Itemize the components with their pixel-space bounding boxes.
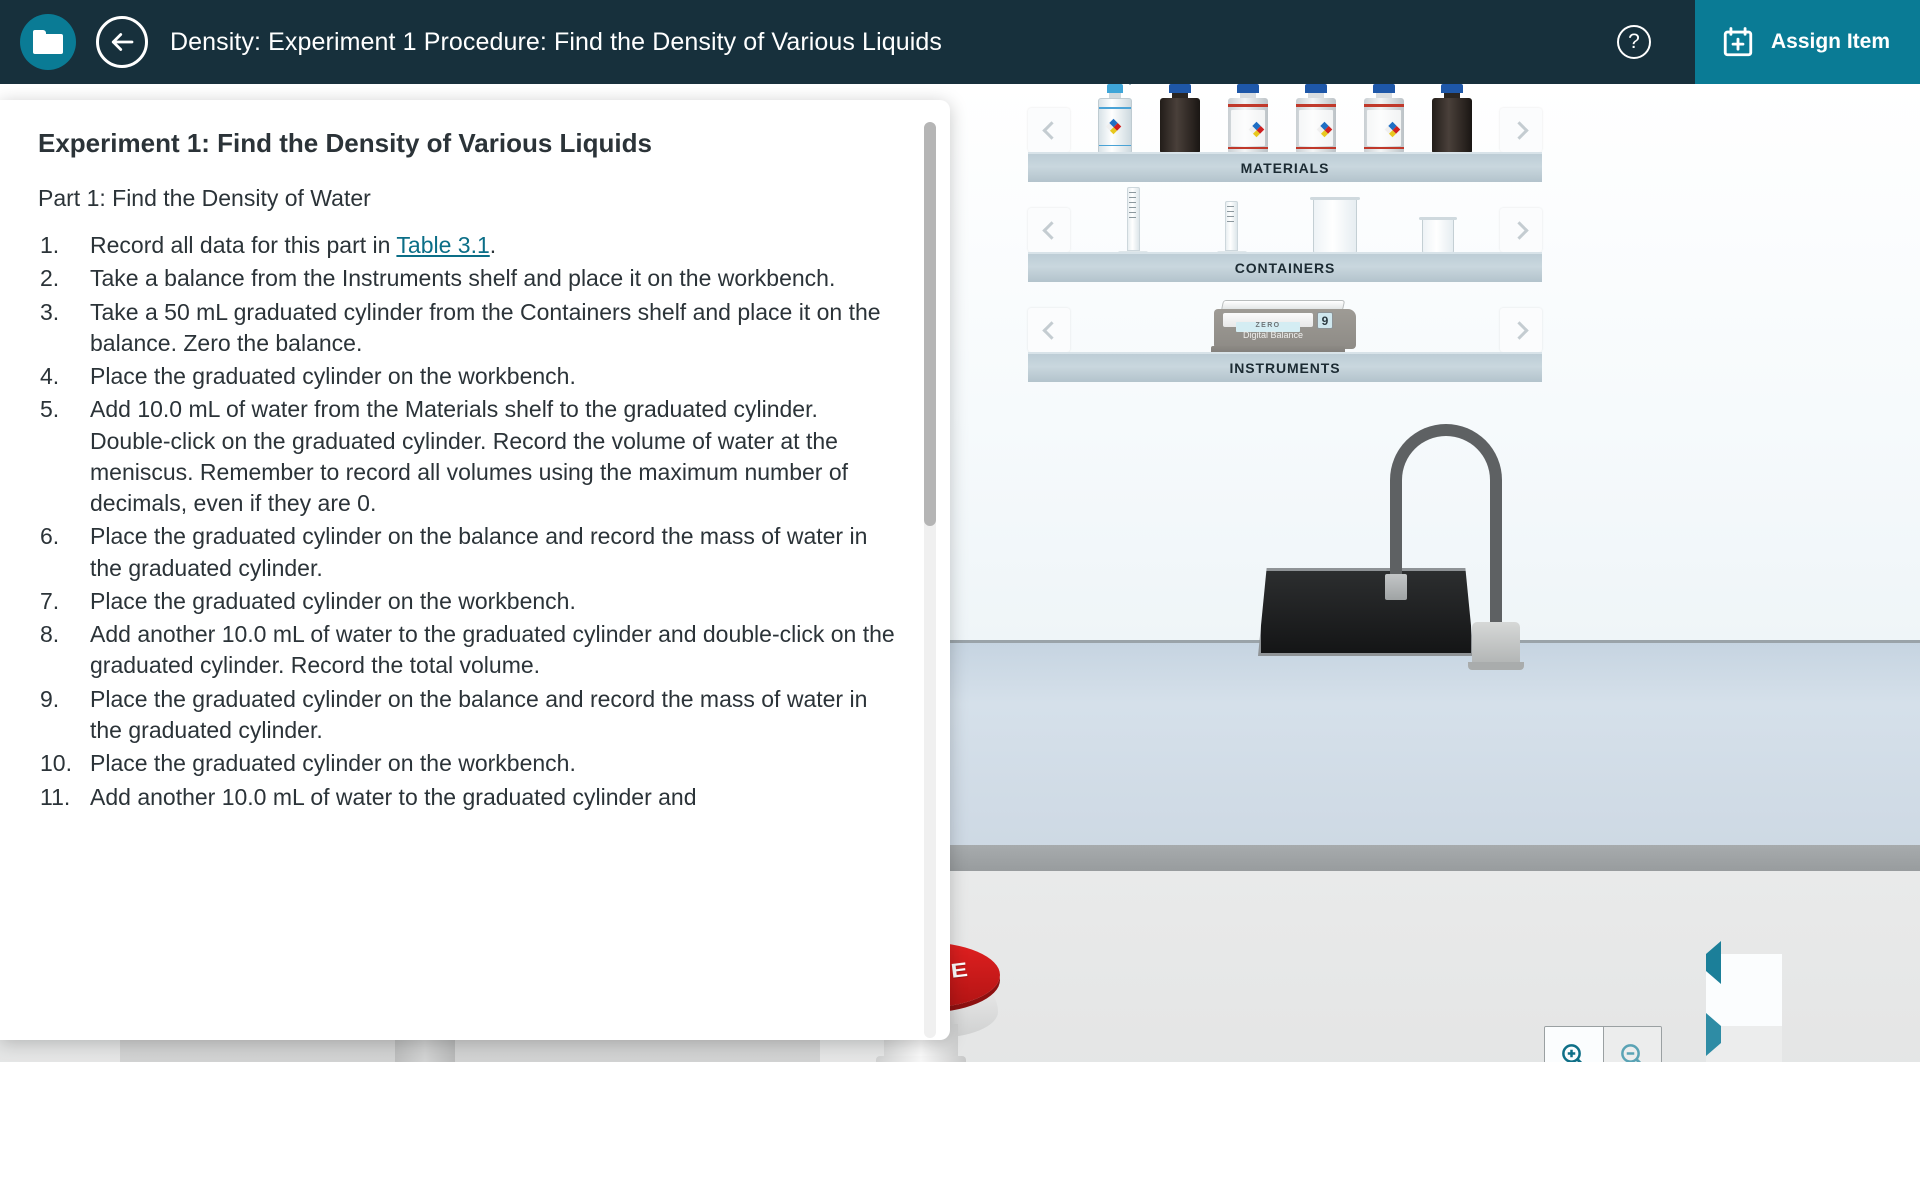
faucet-spout <box>1390 510 1402 578</box>
materials-next-button[interactable] <box>1500 108 1542 152</box>
white-reagent-bottle[interactable] <box>1228 84 1268 156</box>
digital-balance[interactable]: ZERO 9 Digital Balance <box>1211 300 1356 356</box>
chevron-right-icon <box>1509 320 1529 340</box>
containers-shelf-plank: CONTAINERS <box>1028 252 1542 282</box>
instruments-next-button[interactable] <box>1500 308 1542 352</box>
folder-icon <box>33 30 63 54</box>
procedure-subtitle: Part 1: Find the Density of Water <box>38 185 371 211</box>
assign-item-label: Assign Item <box>1770 30 1890 53</box>
containers-items <box>1084 180 1486 256</box>
calendar-plus-icon <box>1723 27 1753 57</box>
faucet-arc <box>1390 424 1502 514</box>
white-reagent-bottle[interactable] <box>1364 84 1404 156</box>
shelf-group: MATERIALS CONTAINERS ZERO 9 Digital Bala… <box>1028 84 1542 384</box>
folder-button[interactable] <box>20 14 76 70</box>
wash-bottle-tube <box>1118 84 1131 85</box>
balance-name-label: Digital Balance <box>1242 330 1304 340</box>
faucet-tip <box>1385 574 1407 600</box>
materials-shelf-plank: MATERIALS <box>1028 152 1542 182</box>
procedure-step-list: Record all data for this part in Table 3… <box>38 230 904 813</box>
materials-prev-button[interactable] <box>1028 108 1070 152</box>
shelf-materials: MATERIALS <box>1028 84 1542 182</box>
scrollbar-thumb[interactable] <box>924 122 936 526</box>
chevron-left-icon <box>1041 220 1061 240</box>
wash-bottle-distilled-water[interactable] <box>1098 84 1132 156</box>
header-help-button[interactable]: ? <box>1616 25 1651 59</box>
beaker-small[interactable] <box>1418 217 1457 256</box>
back-button[interactable] <box>96 16 148 68</box>
amber-reagent-bottle[interactable] <box>1432 84 1472 156</box>
instruments-shelf-label: INSTRUMENTS <box>1229 360 1341 376</box>
procedure-step: Add another 10.0 mL of water to the grad… <box>40 619 895 679</box>
page-title: Density: Experiment 1 Procedure: Find th… <box>170 27 942 56</box>
chevron-right-icon <box>1509 220 1529 240</box>
triangle-left-icon <box>1706 941 1721 984</box>
procedure-step: Place the graduated cylinder on the work… <box>40 748 576 780</box>
bottom-toolbar: Procedure Table 3.1 Table 3.2 Close ? <box>0 1062 1920 1200</box>
lab-simulation-app: WASTE <box>0 0 1920 1200</box>
containers-shelf-label: CONTAINERS <box>1234 260 1336 276</box>
containers-next-button[interactable] <box>1500 208 1542 252</box>
materials-shelf-label: MATERIALS <box>1240 160 1330 176</box>
app-header: Density: Experiment 1 Procedure: Find th… <box>0 0 1920 84</box>
question-mark-circle-icon: ? <box>1628 30 1640 53</box>
back-arrow-icon <box>111 33 134 51</box>
balance-display-digit: 9 <box>1317 312 1333 329</box>
chevron-left-icon <box>1041 320 1061 340</box>
procedure-step: Place the graduated cylinder on the work… <box>40 361 576 393</box>
shelf-instruments: ZERO 9 Digital Balance INSTRUMENTS <box>1028 284 1542 382</box>
vertical-scrollbar[interactable] <box>924 122 936 1038</box>
chevron-left-icon <box>1041 120 1061 140</box>
amber-reagent-bottle[interactable] <box>1160 84 1200 156</box>
instruments-shelf-plank: INSTRUMENTS <box>1028 352 1542 382</box>
procedure-step: Take a 50 mL graduated cylinder from the… <box>40 297 881 356</box>
graduated-cylinder-small[interactable] <box>1215 187 1249 256</box>
materials-items <box>1084 84 1486 156</box>
white-reagent-bottle[interactable] <box>1296 84 1336 156</box>
beaker-large[interactable] <box>1310 197 1361 256</box>
procedure-step: Add 10.0 mL of water from the Materials … <box>40 394 849 517</box>
procedure-modal-content: Experiment 1: Find the Density of Variou… <box>38 128 904 1032</box>
graduated-cylinder-large[interactable] <box>1116 187 1150 256</box>
procedure-step: Place the graduated cylinder on the bala… <box>40 684 868 743</box>
triangle-right-icon <box>1706 1013 1721 1056</box>
instruments-prev-button[interactable] <box>1028 308 1070 352</box>
faucet-riser <box>1490 510 1502 628</box>
procedure-title: Experiment 1: Find the Density of Variou… <box>38 128 652 158</box>
procedure-step: Record all data for this part in Table 3… <box>40 230 497 262</box>
faucet-base-flange <box>1468 662 1524 670</box>
procedure-step: Take a balance from the Instruments shel… <box>40 263 836 295</box>
instruments-items: ZERO 9 Digital Balance <box>1084 280 1486 356</box>
faucet[interactable] <box>1380 424 1524 674</box>
faucet-base <box>1472 622 1520 666</box>
procedure-modal: Experiment 1: Find the Density of Variou… <box>0 100 950 1040</box>
assign-item-button[interactable]: Assign Item <box>1694 0 1920 84</box>
table-link[interactable]: Table 3.1 <box>396 232 489 258</box>
chevron-right-icon <box>1509 120 1529 140</box>
procedure-step: Add another 10.0 mL of water to the grad… <box>40 782 697 814</box>
procedure-step: Place the graduated cylinder on the work… <box>40 586 576 618</box>
containers-prev-button[interactable] <box>1028 208 1070 252</box>
procedure-step: Place the graduated cylinder on the bala… <box>40 521 868 581</box>
shelf-containers: CONTAINERS <box>1028 184 1542 282</box>
